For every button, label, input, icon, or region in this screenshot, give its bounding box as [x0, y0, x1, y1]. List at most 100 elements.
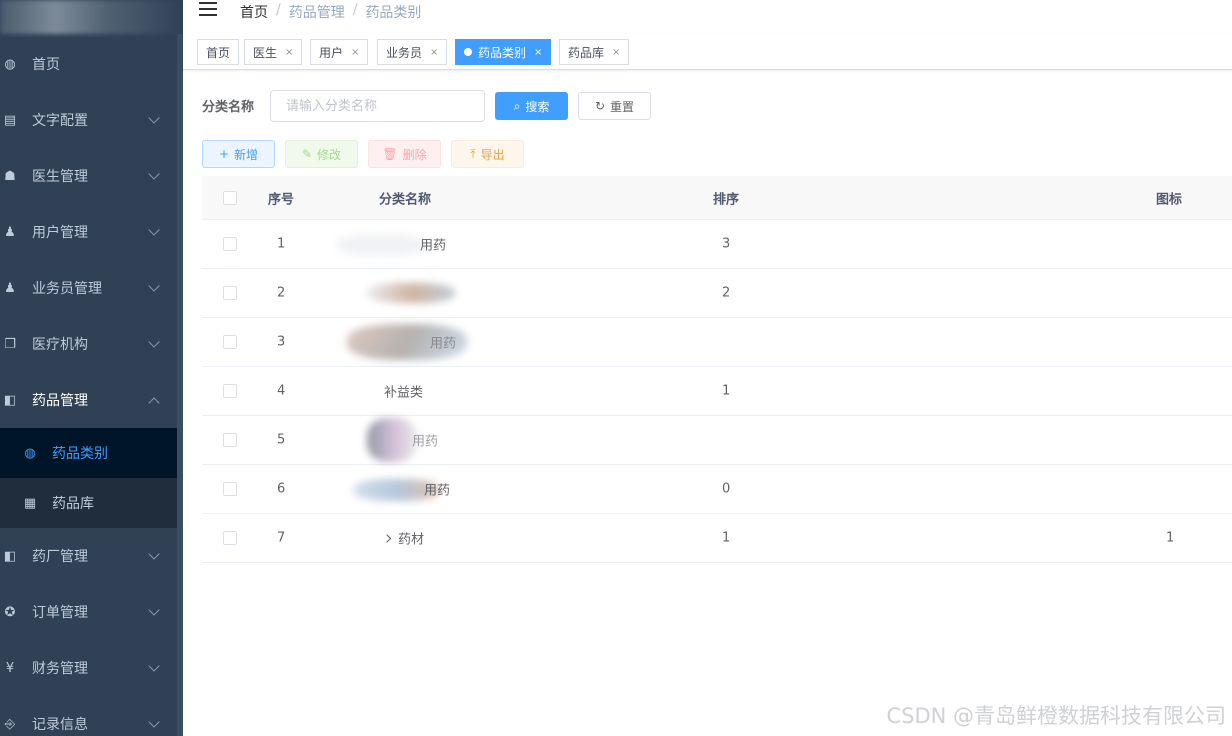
row-checkbox[interactable]: [223, 384, 237, 398]
edit-icon: ✎: [301, 147, 313, 161]
sidebar-item-salesmen[interactable]: ♟ 业务员管理: [0, 260, 177, 316]
delete-button[interactable]: 🗑 删除: [368, 140, 441, 168]
sidebar-item-home[interactable]: ◍ 首页: [0, 36, 177, 92]
tag-doctors[interactable]: 医生 ×: [244, 39, 303, 65]
table-row[interactable]: 2 2: [202, 269, 1232, 318]
tag-salesmen[interactable]: 业务员 ×: [377, 39, 448, 65]
row-name: 用药: [412, 434, 439, 450]
plus-icon: +: [218, 147, 230, 161]
sidebar-item-finance[interactable]: ¥ 财务管理: [0, 640, 177, 696]
redaction-blur: [367, 418, 417, 462]
row-sort: 2: [722, 285, 731, 301]
row-index: 1: [277, 236, 286, 252]
row-name: 补益类: [384, 385, 424, 401]
sidebar-item-institutions[interactable]: ❐ 医疗机构: [0, 316, 177, 372]
close-icon[interactable]: ×: [534, 47, 542, 58]
tag-drug-category[interactable]: 药品类别 ×: [455, 39, 552, 65]
yen-icon: ¥: [5, 660, 15, 676]
tag-home[interactable]: 首页: [197, 39, 240, 65]
table-row[interactable]: 6 用药 0: [202, 465, 1232, 514]
close-icon[interactable]: ×: [351, 47, 359, 58]
row-checkbox[interactable]: [223, 433, 237, 447]
row-index: 6: [277, 481, 286, 497]
sidebar: ◍ 首页 ▤ 文字配置 ☗ 医生管理 ♟ 用户管理 ♟ 业务员管理 ❐ 医疗机构…: [0, 0, 183, 736]
logo: [0, 0, 183, 34]
sidebar-item-orders[interactable]: ✪ 订单管理: [0, 584, 177, 640]
user-icon: ♟: [4, 280, 16, 296]
book-icon: ◧: [3, 392, 17, 408]
upload-icon: ⤒: [470, 146, 476, 161]
clapper-icon: ▦: [23, 495, 37, 511]
data-table: 序号 分类名称 排序 图标 1 用药 3 2 2 3 用药 4 补益类 1 5: [202, 176, 1232, 563]
tag-drug-library[interactable]: 药品库 ×: [559, 39, 630, 65]
chevron-down-icon: [148, 660, 160, 672]
chevron-down-icon: [148, 224, 160, 236]
row-index: 5: [277, 432, 286, 448]
watermark: CSDN @青岛鲜橙数据科技有限公司: [886, 704, 1226, 728]
chevron-down-icon: [148, 280, 160, 292]
row-index: 2: [277, 285, 286, 301]
row-checkbox[interactable]: [223, 482, 237, 496]
export-button[interactable]: ⤒ 导出: [451, 140, 524, 168]
tag-label: 药品库: [568, 45, 605, 60]
navbar: 首页 / 药品管理 / 药品类别: [183, 0, 1232, 34]
row-sort: 0: [722, 481, 731, 497]
sidebar-item-factories[interactable]: ◧ 药厂管理: [0, 528, 177, 584]
table-row[interactable]: 5 用药: [202, 416, 1232, 465]
select-all-checkbox[interactable]: [223, 190, 237, 205]
row-sort: 1: [722, 383, 731, 399]
row-name: 用药: [420, 238, 447, 254]
search-input[interactable]: [270, 90, 485, 122]
expand-icon[interactable]: [382, 533, 392, 543]
header-icon: 图标: [1156, 192, 1183, 207]
dashboard-icon: ◍: [24, 445, 36, 461]
row-name-wrap: 药材: [382, 529, 424, 548]
sidebar-item-text-config[interactable]: ▤ 文字配置: [0, 92, 177, 148]
sidebar-item-doctors[interactable]: ☗ 医生管理: [0, 148, 177, 204]
row-checkbox[interactable]: [223, 237, 237, 251]
breadcrumb-current: 药品类别: [365, 5, 422, 21]
chevron-down-icon: [148, 336, 160, 348]
table-row[interactable]: 1 用药 3: [202, 220, 1232, 269]
table-row[interactable]: 3 用药: [202, 318, 1232, 367]
table-header: 序号 分类名称 排序 图标: [202, 176, 1232, 220]
sidebar-subitem-drug-category[interactable]: ◍ 药品类别: [0, 428, 177, 478]
doctor-icon: ☗: [4, 168, 16, 184]
log-icon: ⎆: [4, 716, 16, 732]
row-sort: 3: [722, 236, 731, 252]
breadcrumb: 首页 / 药品管理 / 药品类别: [240, 2, 421, 22]
row-checkbox[interactable]: [223, 286, 237, 300]
table-row[interactable]: 4 补益类 1: [202, 367, 1232, 416]
tag-users[interactable]: 用户 ×: [310, 39, 369, 65]
delete-button-label: 删除: [402, 147, 427, 162]
row-checkbox[interactable]: [223, 531, 237, 545]
row-index: 3: [277, 334, 286, 350]
search-icon: ⌕: [513, 98, 521, 113]
chevron-down-icon: [148, 548, 160, 560]
add-button[interactable]: + 新增: [202, 140, 275, 168]
document-icon: ▤: [3, 112, 17, 128]
tag-label: 医生: [253, 45, 278, 60]
reset-button[interactable]: ↻ 重置: [578, 92, 651, 120]
dashboard-icon: ◍: [4, 56, 16, 72]
sidebar-item-records[interactable]: ⎆ 记录信息: [0, 696, 177, 736]
close-icon[interactable]: ×: [612, 47, 620, 58]
sidebar-item-users[interactable]: ♟ 用户管理: [0, 204, 177, 260]
breadcrumb-home[interactable]: 首页: [240, 2, 268, 22]
active-dot-icon: [464, 48, 472, 56]
search-button-label: 搜索: [525, 99, 550, 114]
table-row[interactable]: 7 药材 1 1: [202, 514, 1232, 563]
sidebar-scrollbar[interactable]: [177, 34, 183, 736]
breadcrumb-separator: /: [352, 2, 358, 18]
sidebar-item-drugs[interactable]: ◧ 药品管理: [0, 372, 177, 428]
tag-label: 药品类别: [478, 45, 527, 60]
edit-button[interactable]: ✎ 修改: [285, 140, 358, 168]
close-icon[interactable]: ×: [285, 47, 293, 58]
breadcrumb-drug-management[interactable]: 药品管理: [289, 2, 345, 22]
sidebar-subitem-drug-library[interactable]: ▦ 药品库: [0, 478, 177, 528]
close-icon[interactable]: ×: [430, 47, 438, 58]
search-button[interactable]: ⌕ 搜索: [495, 92, 568, 120]
hamburger-icon[interactable]: [199, 2, 217, 18]
add-button-label: 新增: [234, 147, 259, 162]
row-checkbox[interactable]: [223, 335, 237, 349]
